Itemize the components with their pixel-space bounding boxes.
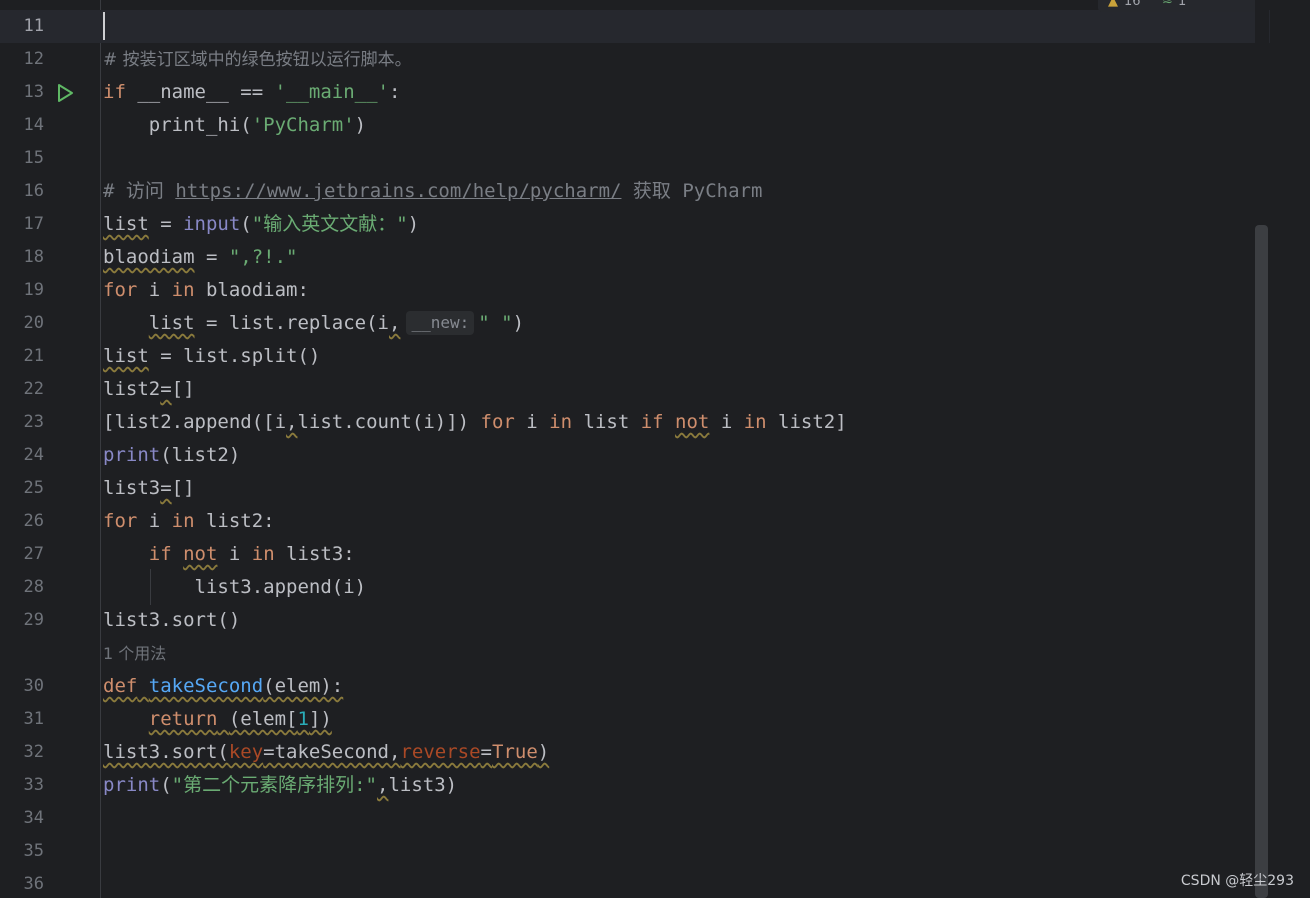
code-line[interactable]: 23 [list2.append([i,list.count(i)]) for …: [0, 406, 1270, 439]
line-number: 29: [23, 610, 44, 630]
code-line[interactable]: 18 blaodiam = ",?!.": [0, 241, 1270, 274]
code-line[interactable]: 19 for i in blaodiam:: [0, 274, 1270, 307]
line-number: 14: [23, 115, 44, 135]
line-number: 21: [23, 346, 44, 366]
code-text: for i in blaodiam:: [103, 279, 309, 301]
usage-hint-line: 1 个用法: [0, 637, 1270, 670]
line-number: 35: [23, 841, 44, 861]
line-number: 20: [23, 313, 44, 333]
code-line[interactable]: 30 def takeSecond(elem):: [0, 670, 1270, 703]
code-line[interactable]: 34: [0, 802, 1270, 835]
line-number: 17: [23, 214, 44, 234]
inspection-widget[interactable]: ▲ 16 ≈ 1 ˄ ˅: [1098, 0, 1264, 12]
code-text: list3.sort(): [103, 609, 241, 631]
code-text: list3.append(i): [103, 576, 367, 598]
right-panel-strip: [1270, 0, 1310, 898]
code-text: # 访问 https://www.jetbrains.com/help/pych…: [103, 180, 763, 202]
run-icon[interactable]: [55, 83, 75, 103]
line-number: 26: [23, 511, 44, 531]
line-number: 18: [23, 247, 44, 267]
code-text: print("第二个元素降序排列:",list3): [103, 774, 458, 796]
help-link[interactable]: https://www.jetbrains.com/help/pycharm/: [175, 180, 621, 202]
code-line[interactable]: 33 print("第二个元素降序排列:",list3): [0, 769, 1270, 802]
line-number: 32: [23, 742, 44, 762]
line-number: 25: [23, 478, 44, 498]
code-line[interactable]: 20 list = list.replace(i, __new: " "): [0, 307, 1270, 340]
warning-count: 16: [1124, 0, 1141, 9]
watermark: CSDN @轻尘293: [1180, 873, 1294, 889]
code-line[interactable]: 31 return (elem[1]): [0, 703, 1270, 736]
line-number: 34: [23, 808, 44, 828]
code-line[interactable]: 29 list3.sort(): [0, 604, 1270, 637]
usage-hint[interactable]: 1 个用法: [103, 637, 166, 670]
code-editor[interactable]: 11 12 # 按装订区域中的绿色按钮以运行脚本。 13 if __name__…: [0, 0, 1270, 898]
code-text: list2=[]: [103, 378, 195, 400]
chevron-down-icon[interactable]: ˅: [1238, 0, 1245, 9]
code-line[interactable]: 15: [0, 142, 1270, 175]
code-line[interactable]: 12 # 按装订区域中的绿色按钮以运行脚本。: [0, 43, 1270, 76]
line-number: 13: [23, 82, 44, 102]
line-number: 12: [23, 49, 44, 69]
code-line[interactable]: 17 list = input("输入英文文献："): [0, 208, 1270, 241]
weak-warning-icon: ≈: [1162, 0, 1173, 9]
code-text: # 按装订区域中的绿色按钮以运行脚本。: [103, 50, 412, 70]
code-line[interactable]: 28 list3.append(i): [0, 571, 1270, 604]
line-number: 15: [23, 148, 44, 168]
line-number: 16: [23, 181, 44, 201]
code-text: def takeSecond(elem):: [103, 675, 344, 697]
scrollbar-thumb[interactable]: [1255, 225, 1268, 898]
line-number: 30: [23, 676, 44, 696]
line-number: 19: [23, 280, 44, 300]
code-line[interactable]: 32 list3.sort(key=takeSecond,reverse=Tru…: [0, 736, 1270, 769]
line-number: 31: [23, 709, 44, 729]
code-text: if __name__ == '__main__':: [103, 81, 401, 103]
code-line[interactable]: 24 print(list2): [0, 439, 1270, 472]
code-line[interactable]: 16 # 访问 https://www.jetbrains.com/help/p…: [0, 175, 1270, 208]
code-line[interactable]: 11: [0, 10, 1270, 43]
code-line[interactable]: 36: [0, 868, 1270, 898]
code-line[interactable]: 14 print_hi('PyCharm'): [0, 109, 1270, 142]
code-text: list3=[]: [103, 477, 195, 499]
code-text: list = list.replace(i, __new: " "): [148, 311, 525, 335]
line-number: 36: [23, 874, 44, 894]
code-text: [list2.append([i,list.count(i)]) for i i…: [103, 411, 847, 433]
code-text: list = input("输入英文文献："): [103, 213, 420, 235]
weak-warning-count: 1: [1178, 0, 1187, 9]
code-line[interactable]: 13 if __name__ == '__main__':: [0, 76, 1270, 109]
code-text: print(list2): [103, 444, 241, 466]
code-text: for i in list2:: [103, 510, 275, 532]
line-number: 28: [23, 577, 44, 597]
code-line[interactable]: 27 if not i in list3:: [0, 538, 1270, 571]
text-caret: [103, 12, 105, 40]
line-number: 27: [23, 544, 44, 564]
code-line[interactable]: 21 list = list.split(): [0, 340, 1270, 373]
code-text: print_hi('PyCharm'): [103, 114, 367, 136]
indent-guide: [150, 569, 151, 605]
code-text: list = list.split(): [103, 345, 321, 367]
code-text: blaodiam = ",?!.": [103, 246, 298, 268]
code-text: if not i in list3:: [148, 543, 355, 565]
chevron-up-icon[interactable]: ˄: [1210, 0, 1217, 9]
line-number: 33: [23, 775, 44, 795]
line-number: 23: [23, 412, 44, 432]
line-number: 24: [23, 445, 44, 465]
code-line[interactable]: 22 list2=[]: [0, 373, 1270, 406]
code-line[interactable]: 35: [0, 835, 1270, 868]
code-line[interactable]: 26 for i in list2:: [0, 505, 1270, 538]
line-number: 11: [23, 16, 44, 36]
code-text: list3.sort(key=takeSecond,reverse=True): [103, 741, 550, 763]
code-text: return (elem[1]): [148, 708, 332, 730]
line-number: 22: [23, 379, 44, 399]
warning-icon: ▲: [1108, 0, 1118, 9]
parameter-hint: __new:: [406, 311, 475, 335]
code-line[interactable]: 25 list3=[]: [0, 472, 1270, 505]
